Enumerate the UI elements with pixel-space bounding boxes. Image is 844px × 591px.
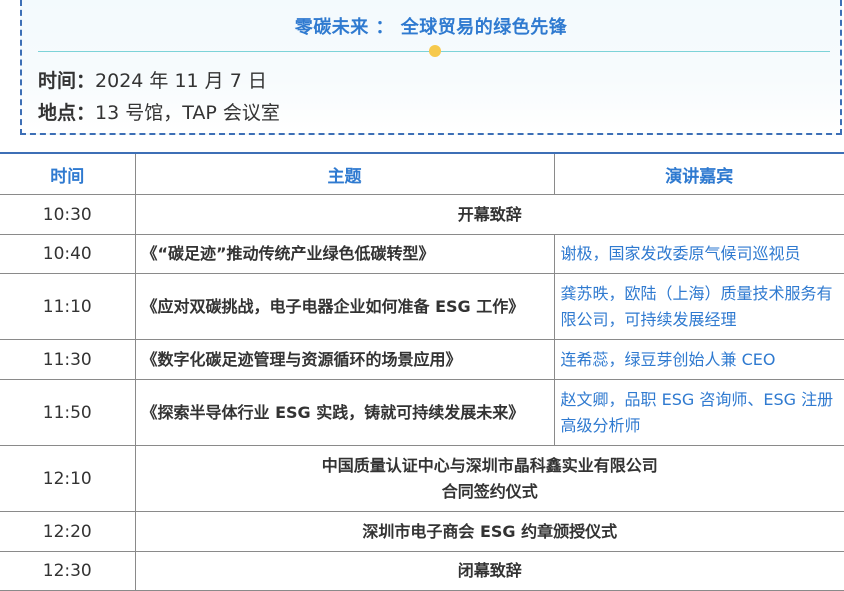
event-time: 时间：2024 年 11 月 7 日 bbox=[38, 66, 267, 93]
row-time: 11:30 bbox=[0, 340, 135, 380]
table-row: 12:20 深圳市电子商会 ESG 约章颁授仪式 bbox=[0, 512, 844, 552]
divider-dot-icon bbox=[429, 45, 441, 57]
row-topic-line2: 合同签约仪式 bbox=[136, 479, 844, 505]
row-time: 12:30 bbox=[0, 552, 135, 591]
row-topic: 开幕致辞 bbox=[135, 195, 844, 235]
time-label: 时间： bbox=[38, 70, 95, 92]
row-speaker: 谢极，国家发改委原气候司巡视员 bbox=[554, 235, 844, 274]
time-value: 2024 年 11 月 7 日 bbox=[95, 70, 267, 92]
row-topic: 深圳市电子商会 ESG 约章颁授仪式 bbox=[135, 512, 844, 552]
event-place: 地点：13 号馆，TAP 会议室 bbox=[38, 98, 280, 125]
row-topic: 闭幕致辞 bbox=[135, 552, 844, 591]
table-row: 11:30 《数字化碳足迹管理与资源循环的场景应用》 连希蕊，绿豆芽创始人兼 C… bbox=[0, 340, 844, 380]
row-speaker: 龚苏昳，欧陆（上海）质量技术服务有限公司，可持续发展经理 bbox=[554, 274, 844, 340]
header-speaker: 演讲嘉宾 bbox=[554, 153, 844, 195]
row-time: 10:30 bbox=[0, 195, 135, 235]
event-info-box: 零碳未来 ： 全球贸易的绿色先锋 时间：2024 年 11 月 7 日 地点：1… bbox=[20, 0, 842, 135]
row-time: 10:40 bbox=[0, 235, 135, 274]
place-value: 13 号馆，TAP 会议室 bbox=[95, 102, 280, 124]
row-topic: 《应对双碳挑战，电子电器企业如何准备 ESG 工作》 bbox=[135, 274, 554, 340]
table-row: 11:10 《应对双碳挑战，电子电器企业如何准备 ESG 工作》 龚苏昳，欧陆（… bbox=[0, 274, 844, 340]
agenda-table: 时间 主题 演讲嘉宾 10:30 开幕致辞 10:40 《“碳足迹”推动传统产业… bbox=[0, 152, 844, 591]
row-topic: 《“碳足迹”推动传统产业绿色低碳转型》 bbox=[135, 235, 554, 274]
header-time: 时间 bbox=[0, 153, 135, 195]
table-header-row: 时间 主题 演讲嘉宾 bbox=[0, 153, 844, 195]
row-speaker: 连希蕊，绿豆芽创始人兼 CEO bbox=[554, 340, 844, 380]
table-row: 10:40 《“碳足迹”推动传统产业绿色低碳转型》 谢极，国家发改委原气候司巡视… bbox=[0, 235, 844, 274]
row-topic: 《探索半导体行业 ESG 实践，铸就可持续发展未来》 bbox=[135, 380, 554, 446]
row-topic-line1: 中国质量认证中心与深圳市晶科鑫实业有限公司 bbox=[136, 453, 844, 479]
place-label: 地点： bbox=[38, 102, 95, 124]
table-row: 12:30 闭幕致辞 bbox=[0, 552, 844, 591]
table-row: 12:10 中国质量认证中心与深圳市晶科鑫实业有限公司 合同签约仪式 bbox=[0, 446, 844, 512]
header-topic: 主题 bbox=[135, 153, 554, 195]
row-topic: 《数字化碳足迹管理与资源循环的场景应用》 bbox=[135, 340, 554, 380]
row-time: 12:20 bbox=[0, 512, 135, 552]
row-time: 12:10 bbox=[0, 446, 135, 512]
table-row: 10:30 开幕致辞 bbox=[0, 195, 844, 235]
row-speaker: 赵文卿，品职 ESG 咨询师、ESG 注册高级分析师 bbox=[554, 380, 844, 446]
table-row: 11:50 《探索半导体行业 ESG 实践，铸就可持续发展未来》 赵文卿，品职 … bbox=[0, 380, 844, 446]
row-topic: 中国质量认证中心与深圳市晶科鑫实业有限公司 合同签约仪式 bbox=[135, 446, 844, 512]
row-time: 11:10 bbox=[0, 274, 135, 340]
event-title: 零碳未来 ： 全球贸易的绿色先锋 bbox=[22, 13, 840, 39]
row-time: 11:50 bbox=[0, 380, 135, 446]
